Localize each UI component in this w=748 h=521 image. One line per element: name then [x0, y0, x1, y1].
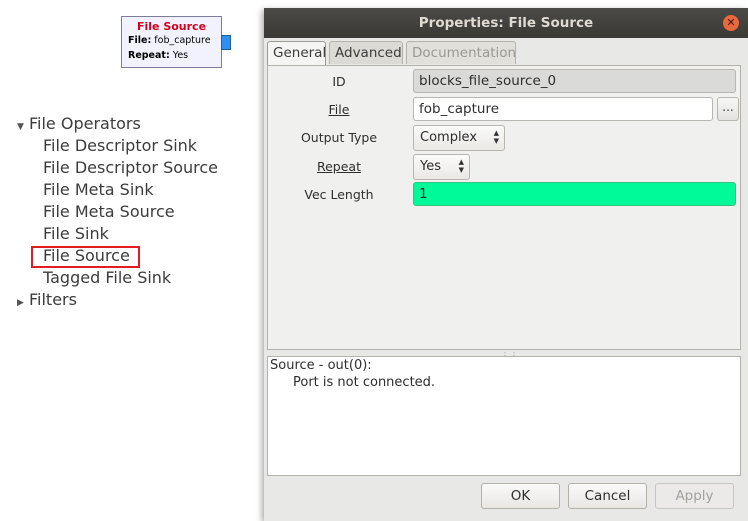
- tree-item[interactable]: File Descriptor Sink: [43, 135, 197, 157]
- tree-item[interactable]: File Descriptor Source: [43, 157, 218, 179]
- collapsed-triangle-icon[interactable]: ▶: [17, 292, 29, 314]
- spin-arrows-icon: ▲ ▼: [493, 129, 499, 145]
- output-type-select[interactable]: Complex ▲ ▼: [413, 125, 505, 151]
- spin-arrows-icon: ▲ ▼: [458, 158, 464, 174]
- tab-advanced[interactable]: Advanced: [329, 41, 403, 64]
- close-icon[interactable]: ✕: [723, 15, 739, 31]
- repeat-label-text: Repeat: [316, 159, 361, 174]
- dialog-title: Properties: File Source: [418, 15, 594, 31]
- tab-general[interactable]: General: [267, 41, 326, 66]
- param-row-repeat: Repeat Yes ▲ ▼: [268, 154, 742, 182]
- block-file-label: File:: [128, 35, 152, 46]
- ok-button[interactable]: OK: [481, 483, 560, 509]
- block-repeat-param: Repeat: Yes: [128, 48, 221, 63]
- message-area: Source - out(0): Port is not connected.: [267, 356, 741, 476]
- repeat-select[interactable]: Yes ▲ ▼: [413, 154, 470, 180]
- block-file-param: File: fob_capture: [128, 33, 221, 48]
- dialog-titlebar[interactable]: Properties: File Source ✕: [264, 8, 748, 38]
- file-label-text: File: [328, 102, 350, 117]
- category-label: Filters: [29, 290, 77, 309]
- message-line-1: Source - out(0):: [270, 358, 372, 373]
- selection-highlight-box: [31, 246, 140, 268]
- tree-item[interactable]: File Sink: [43, 223, 109, 245]
- file-source-block[interactable]: File Source File: fob_capture Repeat: Ye…: [121, 16, 222, 68]
- tree-item[interactable]: Tagged File Sink: [43, 267, 171, 289]
- output-type-label: Output Type: [300, 130, 378, 145]
- param-row-file: File fob_capture ...: [268, 97, 742, 125]
- output-port[interactable]: [221, 35, 231, 50]
- general-panel: ID blocks_file_source_0 File fob_capture…: [267, 65, 741, 350]
- block-file-value: fob_capture: [154, 35, 211, 46]
- tree-item[interactable]: File Meta Source: [43, 201, 175, 223]
- param-row-vec-length: Vec Length 1: [268, 182, 742, 210]
- tree-category-filters[interactable]: ▶ Filters: [17, 289, 77, 311]
- tab-documentation[interactable]: Documentation: [406, 41, 516, 64]
- file-label: File: [268, 97, 410, 123]
- message-line-2: Port is not connected.: [293, 375, 436, 390]
- cancel-button[interactable]: Cancel: [568, 483, 647, 509]
- tree-item[interactable]: File Meta Sink: [43, 179, 154, 201]
- vec-length-label: Vec Length: [304, 187, 374, 202]
- repeat-value: Yes: [420, 159, 441, 174]
- category-label: File Operators: [29, 114, 141, 133]
- id-label: ID: [332, 74, 346, 89]
- block-title: File Source: [136, 20, 207, 33]
- properties-dialog: Properties: File Source ✕ General Advanc…: [264, 8, 748, 521]
- browse-button[interactable]: ...: [717, 97, 739, 121]
- param-row-id: ID blocks_file_source_0: [268, 69, 742, 97]
- block-repeat-label: Repeat:: [128, 50, 170, 61]
- param-row-output-type: Output Type Complex ▲ ▼: [268, 125, 742, 153]
- file-field[interactable]: fob_capture: [413, 97, 713, 121]
- tree-category-file-operators[interactable]: ▼ File Operators: [17, 113, 141, 135]
- block-repeat-value: Yes: [172, 50, 189, 61]
- repeat-label: Repeat: [268, 154, 410, 180]
- output-type-value: Complex: [420, 130, 478, 145]
- id-field[interactable]: blocks_file_source_0: [413, 69, 736, 93]
- apply-button[interactable]: Apply: [655, 483, 734, 509]
- vec-length-field[interactable]: 1: [413, 182, 736, 206]
- expanded-triangle-icon[interactable]: ▼: [17, 116, 29, 138]
